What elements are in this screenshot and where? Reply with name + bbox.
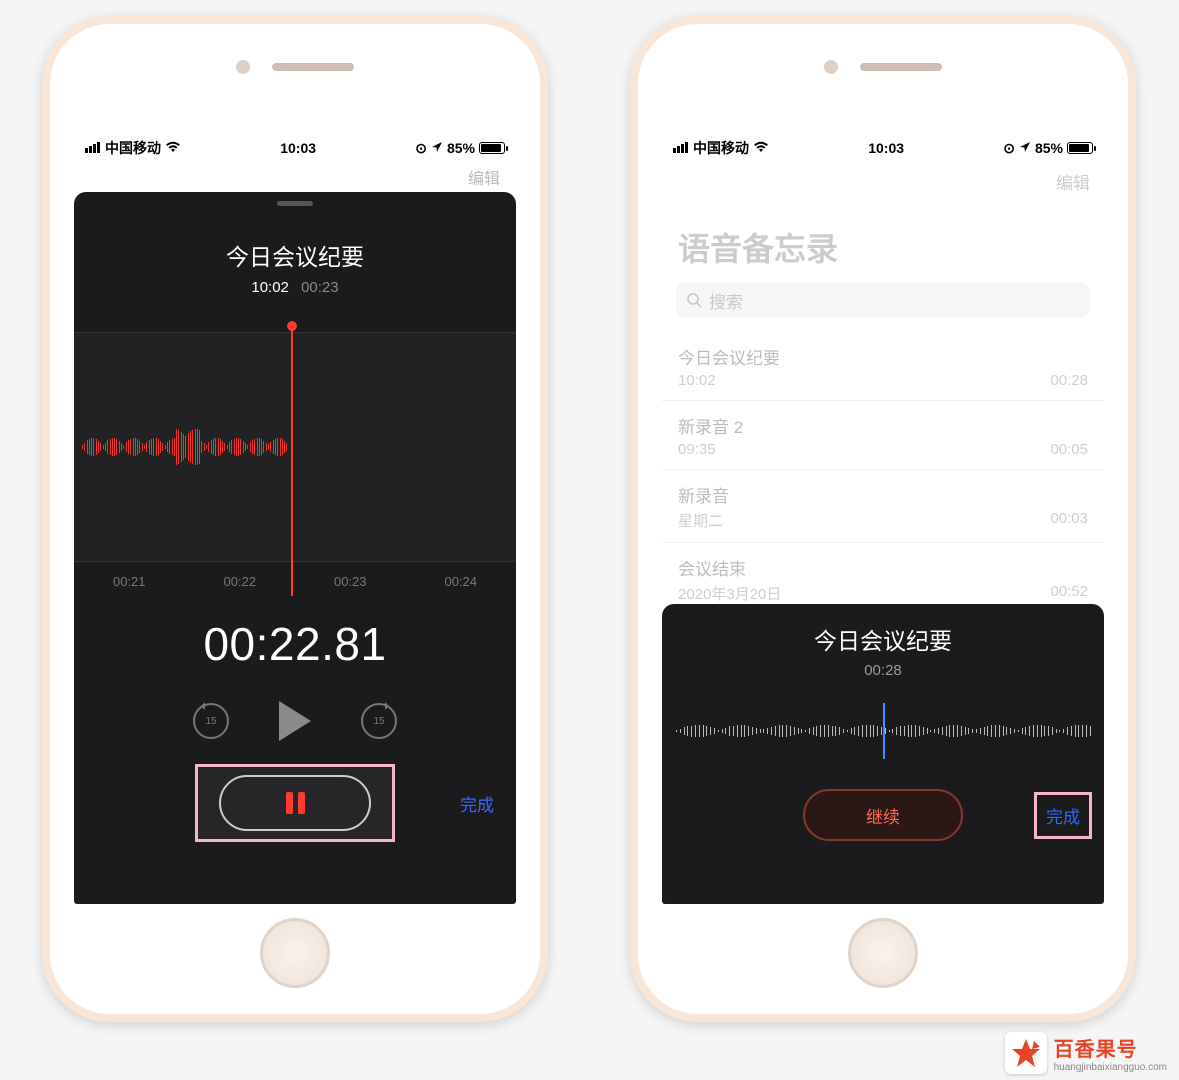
recording-time: 10:02 — [251, 279, 289, 296]
phone-hardware — [638, 60, 1128, 74]
bottom-controls: 完成 — [74, 769, 516, 837]
front-camera — [236, 60, 250, 74]
waveform — [74, 417, 286, 477]
status-time: 10:03 — [868, 140, 904, 156]
signal-icon — [85, 140, 101, 156]
waveform-area[interactable] — [74, 332, 516, 562]
sheet-grabber[interactable] — [277, 201, 313, 206]
done-button[interactable]: 完成 — [1046, 808, 1080, 827]
battery-pct: 85% — [447, 140, 475, 156]
play-icon[interactable] — [279, 701, 311, 741]
list-item-title: 今日会议纪要 — [678, 344, 1088, 369]
tick: 00:22 — [223, 574, 256, 589]
playhead[interactable] — [883, 703, 885, 759]
carrier-label: 中国移动 — [105, 138, 161, 158]
home-button[interactable] — [260, 918, 330, 988]
lock-icon: ⊙ — [1003, 140, 1015, 157]
phone-left: 中国移动 10:03 ⊙ 85% 编辑 — [42, 16, 548, 1022]
edit-button[interactable]: 编辑 — [1056, 169, 1090, 194]
signal-icon — [673, 140, 689, 156]
pause-button[interactable] — [219, 775, 371, 831]
search-input[interactable]: 搜索 — [676, 282, 1090, 318]
watermark-icon — [1005, 1032, 1047, 1074]
home-button[interactable] — [848, 918, 918, 988]
recording-title: 今日会议纪要 — [74, 238, 516, 272]
skip-back-label: 15 — [205, 716, 216, 727]
carrier-label: 中国移动 — [693, 138, 749, 158]
earpiece — [860, 63, 942, 71]
mini-waveform[interactable] — [662, 703, 1104, 759]
location-icon — [431, 140, 443, 156]
wifi-icon — [753, 140, 769, 156]
panel-title: 今日会议纪要 — [662, 622, 1104, 656]
list-item-meta: 2020年3月20日 — [678, 583, 781, 604]
recording-duration: 00:23 — [301, 279, 339, 296]
list-item-duration: 00:05 — [1050, 441, 1088, 458]
skip-back-button[interactable]: 15 — [193, 703, 229, 739]
phone-body: 中国移动 10:03 ⊙ 85% 编辑 语音备忘录 — [638, 24, 1128, 1014]
list-item-meta: 09:35 — [678, 441, 716, 458]
skip-forward-button[interactable]: 15 — [361, 703, 397, 739]
list-item[interactable]: 新录音 2 09:35 00:05 — [662, 401, 1104, 470]
mini-player-panel: 今日会议纪要 00:28 继续 完成 — [662, 604, 1104, 904]
phone-body: 中国移动 10:03 ⊙ 85% 编辑 — [50, 24, 540, 1014]
screen-left: 中国移动 10:03 ⊙ 85% 编辑 — [74, 134, 516, 904]
pause-icon — [286, 792, 305, 814]
playhead[interactable] — [291, 325, 293, 596]
edit-button[interactable]: 编辑 — [468, 165, 500, 189]
list-item[interactable]: 新录音星期二 00:03 — [662, 470, 1104, 543]
battery-icon — [1067, 142, 1093, 154]
tick: 00:24 — [444, 574, 477, 589]
tick: 00:21 — [113, 574, 146, 589]
highlight-box: 完成 — [1034, 792, 1092, 839]
list-item-duration: 00:28 — [1050, 372, 1088, 389]
wifi-icon — [165, 140, 181, 156]
tick: 00:23 — [334, 574, 367, 589]
list-item-meta: 星期二 — [678, 510, 723, 531]
recording-sheet: 今日会议纪要 10:02 00:23 00:21 00:22 00:23 00:… — [74, 192, 516, 904]
list-item-duration: 00:52 — [1050, 583, 1088, 604]
status-bar: 中国移动 10:03 ⊙ 85% — [74, 134, 516, 162]
search-icon — [686, 292, 702, 308]
recording-meta: 10:02 00:23 — [74, 279, 516, 296]
done-button[interactable]: 完成 — [460, 791, 494, 816]
battery-icon — [479, 142, 505, 154]
search-placeholder: 搜索 — [709, 288, 743, 313]
earpiece — [272, 63, 354, 71]
panel-bottom: 继续 完成 — [662, 787, 1104, 843]
watermark-url: huangjinbaixiangguo.com — [1054, 1062, 1167, 1073]
watermark: 百香果号 huangjinbaixiangguo.com — [1005, 1032, 1167, 1074]
screen-right: 中国移动 10:03 ⊙ 85% 编辑 语音备忘录 — [662, 134, 1104, 904]
time-ticks: 00:21 00:22 00:23 00:24 — [74, 574, 516, 589]
location-icon — [1019, 140, 1031, 156]
recording-list: 今日会议纪要 10:02 00:28 新录音 2 09:35 00:05 新录音星期二 00:… — [662, 332, 1104, 616]
phone-right: 中国移动 10:03 ⊙ 85% 编辑 语音备忘录 — [630, 16, 1136, 1022]
continue-button[interactable]: 继续 — [803, 789, 963, 841]
status-time: 10:03 — [280, 140, 316, 156]
panel-duration: 00:28 — [662, 662, 1104, 679]
page-title: 语音备忘录 — [678, 224, 1088, 270]
lock-icon: ⊙ — [415, 140, 427, 157]
list-item-title: 新录音 2 — [678, 413, 1088, 438]
list-item-title: 会议结束 — [678, 555, 1088, 580]
front-camera — [824, 60, 838, 74]
elapsed-time: 00:22.81 — [74, 617, 516, 671]
status-bar: 中国移动 10:03 ⊙ 85% — [662, 134, 1104, 162]
battery-pct: 85% — [1035, 140, 1063, 156]
list-item[interactable]: 今日会议纪要 10:02 00:28 — [662, 332, 1104, 401]
phone-hardware — [50, 60, 540, 74]
edit-row: 编辑 — [74, 162, 516, 192]
playback-controls: 15 15 — [74, 701, 516, 741]
list-item-title: 新录音 — [678, 482, 1088, 507]
list-item-meta: 10:02 — [678, 372, 716, 389]
list-item-duration: 00:03 — [1050, 510, 1088, 531]
skip-fwd-label: 15 — [373, 716, 384, 727]
watermark-title: 百香果号 — [1054, 1033, 1167, 1062]
